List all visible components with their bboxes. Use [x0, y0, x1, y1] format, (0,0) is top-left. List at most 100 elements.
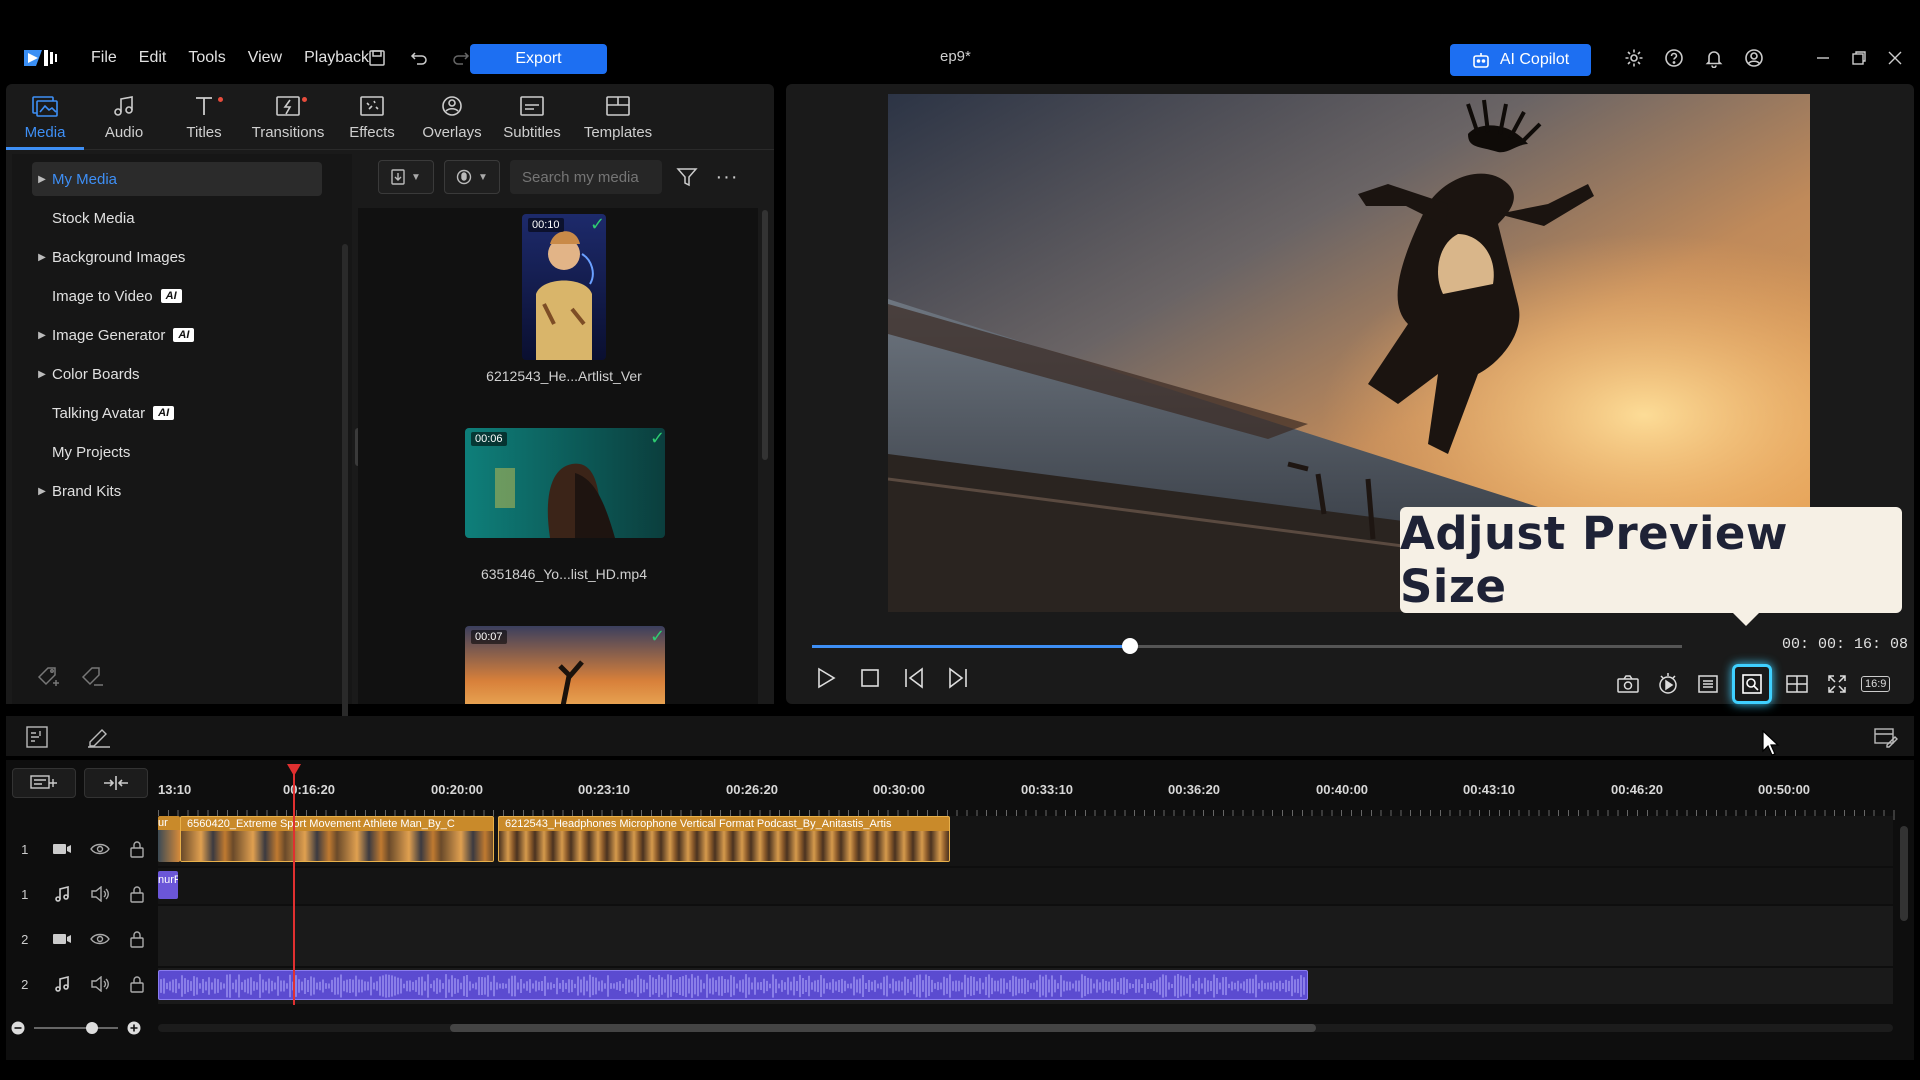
search-media-input[interactable] [510, 160, 662, 194]
timeline-vertical-scrollbar[interactable] [1900, 826, 1908, 921]
import-media-button[interactable]: ▼ [378, 160, 434, 194]
visibility-eye-icon[interactable] [81, 928, 119, 950]
fit-timeline-button[interactable] [84, 768, 148, 798]
clip-label: 6560420_Extreme Sport Movement Athlete M… [187, 818, 455, 830]
export-button[interactable]: Export [470, 44, 607, 74]
track-head-video-1: 1 [6, 826, 156, 872]
timeline-horizontal-scrollbar[interactable] [158, 1024, 1893, 1032]
speaker-icon[interactable] [81, 883, 119, 905]
tab-overlays-label: Overlays [422, 124, 482, 141]
fullscreen-icon[interactable] [1821, 670, 1852, 698]
zoom-out-icon[interactable] [10, 1020, 26, 1036]
chevron-down-icon: ▼ [411, 171, 421, 183]
scrubber-handle[interactable] [1121, 638, 1138, 654]
zoom-in-icon[interactable] [126, 1020, 142, 1036]
timeline-clip[interactable]: ur [158, 816, 180, 862]
preview-settings-list-icon[interactable] [1692, 670, 1723, 698]
edit-tag-icon[interactable] [80, 664, 106, 688]
tree-item-image-to-video[interactable]: Image to Video AI [32, 279, 182, 313]
account-icon[interactable] [1742, 46, 1766, 70]
zoom-slider-track[interactable] [34, 1022, 118, 1034]
media-scrollbar[interactable] [762, 210, 768, 460]
timeline-audio-clip[interactable] [158, 970, 1308, 1000]
media-thumb-3[interactable]: 00:07 [465, 626, 665, 704]
lock-icon[interactable] [119, 883, 157, 905]
lock-icon[interactable] [119, 838, 157, 860]
timeline-clip[interactable]: 6560420_Extreme Sport Movement Athlete M… [180, 816, 494, 862]
safe-zone-grid-icon[interactable] [1781, 670, 1812, 698]
timeline-ruler[interactable]: 13:10 00:16:20 00:20:00 00:23:10 00:26:2… [158, 772, 1898, 822]
scrollbar-thumb[interactable] [450, 1024, 1316, 1032]
notification-bell-icon[interactable] [1702, 46, 1726, 70]
menu-view[interactable]: View [237, 46, 293, 70]
playback-scrubber[interactable] [812, 638, 1682, 654]
close-icon[interactable] [1884, 46, 1906, 70]
tree-item-image-generator[interactable]: ▶ Image Generator AI [32, 318, 195, 352]
menu-edit[interactable]: Edit [128, 46, 178, 70]
timeline-settings-icon[interactable] [1872, 724, 1900, 750]
aspect-ratio-button[interactable]: 16:9 [1861, 676, 1891, 692]
tab-audio-label: Audio [104, 124, 144, 141]
menu-file[interactable]: File [80, 46, 128, 70]
track-manager-button[interactable] [12, 768, 76, 798]
clip-label: nurF [158, 874, 178, 886]
tab-subtitles[interactable]: Subtitles [492, 84, 572, 150]
tree-item-brand-kits[interactable]: ▶ Brand Kits [32, 474, 121, 508]
clip-label: 6212543_Headphones Microphone Vertical F… [505, 818, 892, 830]
tab-overlays[interactable]: Overlays [412, 84, 492, 150]
tab-templates[interactable]: Templates [572, 84, 664, 150]
restore-icon[interactable] [1848, 46, 1870, 70]
zoom-preview-size-icon[interactable] [1732, 664, 1772, 704]
render-preview-icon[interactable] [1652, 670, 1683, 698]
clip-frames [181, 831, 493, 861]
zoom-slider-knob[interactable] [86, 1022, 98, 1034]
tree-item-my-media[interactable]: ▶ My Media [32, 162, 322, 196]
tree-item-background-images[interactable]: ▶ Background Images [32, 240, 185, 274]
minimize-icon[interactable] [1812, 46, 1834, 70]
ruler-label: 00:50:00 [1758, 782, 1811, 797]
lock-icon[interactable] [119, 928, 157, 950]
track-row-video-2 [158, 906, 1893, 966]
tree-scrollbar[interactable] [342, 244, 348, 724]
tab-titles[interactable]: Titles [164, 84, 244, 150]
previous-frame-icon[interactable] [900, 664, 928, 692]
tab-effects[interactable]: Effects [332, 84, 412, 150]
media-thumb-2[interactable]: 00:06 [465, 428, 665, 538]
tab-media[interactable]: Media [6, 84, 84, 150]
filter-icon[interactable] [672, 162, 702, 192]
media-name-2: 6351846_Yo...list_HD.mp4 [480, 566, 648, 582]
stop-icon[interactable] [856, 664, 884, 692]
timeline-clip[interactable]: 6212543_Headphones Microphone Vertical F… [498, 816, 950, 862]
media-grid: 00:10 ✓ 6212543_He...Artlist_Ver 00:06 ✓… [358, 208, 758, 704]
tree-item-stock-media[interactable]: Stock Media [32, 201, 135, 235]
add-tag-icon[interactable] [36, 664, 62, 688]
track-number: 2 [21, 931, 29, 947]
edit-pen-icon[interactable] [86, 724, 112, 750]
more-options-icon[interactable]: ··· [712, 162, 742, 192]
title-t-icon [189, 93, 223, 119]
record-button[interactable]: ▼ [444, 160, 500, 194]
undo-icon[interactable] [406, 46, 432, 70]
save-icon[interactable] [364, 46, 390, 70]
tree-item-talking-avatar[interactable]: Talking Avatar AI [32, 396, 175, 430]
ai-copilot-button[interactable]: AI Copilot [1450, 44, 1591, 76]
settings-gear-icon[interactable] [1622, 46, 1646, 70]
menu-bar: File Edit Tools View Playback [80, 46, 380, 70]
snapshot-camera-icon[interactable] [1612, 670, 1643, 698]
help-icon[interactable] [1662, 46, 1686, 70]
tab-transitions[interactable]: Transitions [244, 84, 332, 150]
timeline-audio-clip[interactable]: nurF [158, 871, 178, 899]
menu-tools[interactable]: Tools [177, 46, 236, 70]
tree-item-color-boards[interactable]: ▶ Color Boards [32, 357, 139, 391]
visibility-eye-icon[interactable] [81, 838, 119, 860]
media-thumb-1[interactable]: 00:10 [522, 214, 606, 360]
ruler-label: 00:23:10 [578, 782, 631, 797]
lock-icon[interactable] [119, 973, 157, 995]
next-frame-icon[interactable] [944, 664, 972, 692]
play-icon[interactable] [812, 664, 840, 692]
storyboard-view-icon[interactable] [24, 724, 50, 750]
tree-item-my-projects[interactable]: My Projects [32, 435, 130, 469]
tab-audio[interactable]: Audio [84, 84, 164, 150]
ruler-label: 00:16:20 [283, 782, 336, 797]
speaker-icon[interactable] [81, 973, 119, 995]
